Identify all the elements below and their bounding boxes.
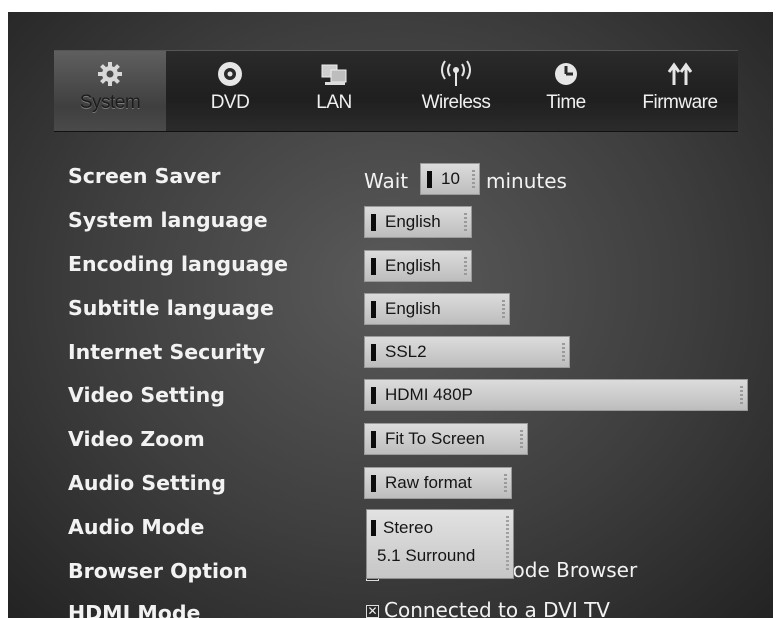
hdmi-mode-checkbox[interactable]: ✕ [366, 605, 379, 618]
screen-saver-wait-text: Wait [364, 169, 409, 193]
spinner-grip [472, 170, 475, 188]
wireless-antenna-icon [441, 60, 471, 86]
clock-icon [555, 63, 577, 85]
select-grip [520, 430, 523, 448]
system-language-select[interactable]: English [364, 206, 472, 238]
network-computers-icon [321, 64, 347, 85]
text-cursor [371, 301, 376, 318]
subtitle-language-label: Subtitle language [68, 296, 274, 320]
audio-setting-value: Raw format [385, 473, 472, 492]
video-setting-label: Video Setting [68, 383, 225, 407]
text-cursor [371, 431, 376, 448]
encoding-language-value: English [385, 256, 441, 275]
tab-dvd-label: DVD [210, 92, 250, 113]
screen-saver-minutes-text: minutes [486, 169, 567, 193]
screen-saver-label: Screen Saver [68, 164, 221, 188]
gear-icon [98, 62, 122, 86]
text-cursor [427, 171, 432, 188]
encoding-language-label: Encoding language [68, 252, 289, 276]
subtitle-language-value: English [385, 299, 441, 318]
select-grip [504, 474, 507, 492]
tv-screen: System DVD LAN Wireless Time Firmware Sc… [8, 12, 773, 618]
text-cursor [371, 214, 376, 231]
audio-mode-label: Audio Mode [68, 515, 205, 539]
audio-setting-select[interactable]: Raw format [364, 467, 512, 499]
text-cursor [371, 387, 376, 404]
text-cursor [371, 520, 376, 536]
video-setting-select[interactable]: HDMI 480P [364, 379, 748, 411]
video-setting-value: HDMI 480P [385, 385, 473, 404]
audio-setting-label: Audio Setting [68, 471, 226, 495]
select-grip [740, 386, 743, 404]
settings-tab-bar: System DVD LAN Wireless Time Firmware [54, 50, 738, 132]
tab-time-label: Time [546, 92, 586, 113]
audio-mode-dropdown[interactable]: Stereo 5.1 Surround [366, 509, 514, 579]
audio-mode-option-stereo[interactable]: Stereo [383, 518, 433, 538]
disc-icon [218, 62, 242, 86]
tab-time[interactable]: Time [528, 51, 604, 131]
tab-lan-label: LAN [316, 92, 352, 113]
tab-lan[interactable]: LAN [294, 51, 374, 131]
text-cursor [371, 344, 376, 361]
internet-security-select[interactable]: SSL2 [364, 336, 570, 368]
dropdown-grip [506, 516, 509, 572]
screen-saver-minutes-input[interactable]: 10 [420, 163, 480, 195]
select-grip [502, 300, 505, 318]
tab-firmware[interactable]: Firmware [626, 51, 734, 131]
encoding-language-select[interactable]: English [364, 250, 472, 282]
tab-firmware-label: Firmware [642, 92, 718, 113]
select-grip [562, 343, 565, 361]
hdmi-mode-label: HDMI Mode [68, 601, 201, 618]
select-grip [464, 257, 467, 275]
tab-system-label: System [79, 92, 141, 113]
hdmi-mode-text: Connected to a DVI TV [384, 598, 610, 618]
system-language-value: English [385, 212, 441, 231]
subtitle-language-select[interactable]: English [364, 293, 510, 325]
screen-saver-value: 10 [441, 169, 460, 188]
tab-dvd[interactable]: DVD [182, 51, 278, 131]
tab-system[interactable]: System [54, 51, 166, 131]
tab-wireless[interactable]: Wireless [406, 51, 506, 131]
text-cursor [371, 258, 376, 275]
browser-option-label: Browser Option [68, 559, 248, 583]
system-language-label: System language [68, 208, 268, 232]
video-zoom-label: Video Zoom [68, 427, 205, 451]
up-down-arrows-icon [667, 62, 693, 85]
internet-security-value: SSL2 [385, 342, 427, 361]
tab-wireless-label: Wireless [421, 92, 491, 113]
audio-mode-option-surround[interactable]: 5.1 Surround [377, 546, 475, 566]
video-zoom-value: Fit To Screen [385, 429, 485, 448]
text-cursor [371, 475, 376, 492]
select-grip [464, 213, 467, 231]
internet-security-label: Internet Security [68, 340, 266, 364]
video-zoom-select[interactable]: Fit To Screen [364, 423, 528, 455]
